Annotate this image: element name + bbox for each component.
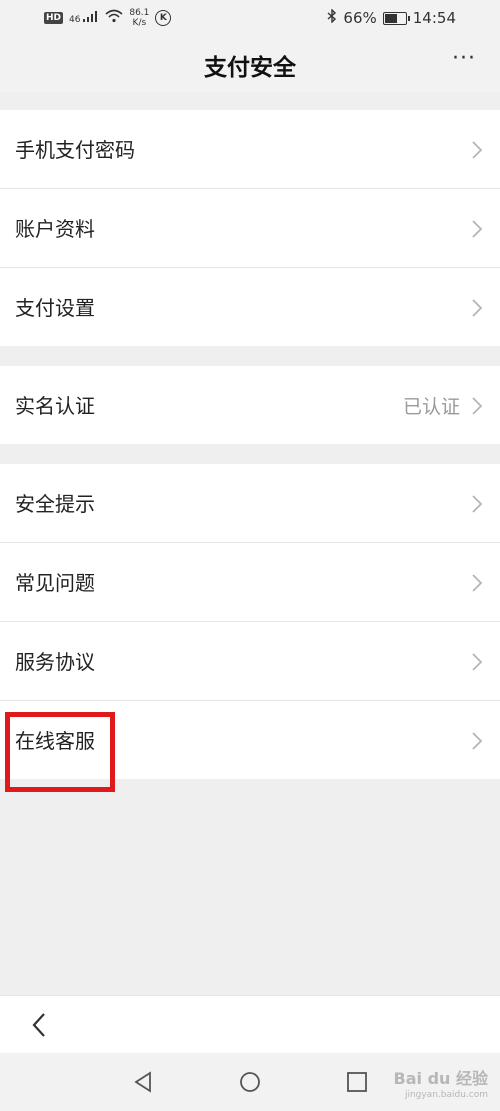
group-verification: 实名认证 已认证 xyxy=(0,366,500,444)
row-payment-password[interactable]: 手机支付密码 xyxy=(0,110,500,189)
row-label: 实名认证 xyxy=(15,394,95,418)
highlight-box xyxy=(5,712,115,792)
row-real-name[interactable]: 实名认证 已认证 xyxy=(0,366,500,444)
system-nav-bar: Bai du 经验 jingyan.baidu.com xyxy=(0,1053,500,1111)
battery-percent: 66% xyxy=(343,9,377,27)
status-left: HD 46 86.1 K/s K xyxy=(44,8,172,28)
back-arrow-icon[interactable] xyxy=(28,1010,52,1040)
chevron-right-icon xyxy=(472,299,483,317)
nav-home-icon[interactable] xyxy=(238,1070,262,1094)
row-payment-settings[interactable]: 支付设置 xyxy=(0,268,500,346)
hd-badge: HD xyxy=(44,12,64,24)
chevron-right-icon xyxy=(472,397,483,415)
nav-recents-icon[interactable] xyxy=(345,1070,369,1094)
page-title: 支付安全 xyxy=(204,55,296,81)
row-label: 手机支付密码 xyxy=(15,138,135,162)
more-button[interactable]: ··· xyxy=(452,46,476,71)
chevron-right-icon xyxy=(472,653,483,671)
k-badge-icon: K xyxy=(155,10,172,26)
battery-fill xyxy=(384,13,398,23)
chevron-right-icon xyxy=(472,141,483,159)
chevron-right-icon xyxy=(472,732,483,750)
network-type-label: 46 xyxy=(69,15,81,25)
row-label: 安全提示 xyxy=(15,492,95,516)
status-right: 66% 14:54 xyxy=(327,8,456,27)
row-label: 服务协议 xyxy=(15,650,95,674)
row-faq[interactable]: 常见问题 xyxy=(0,543,500,622)
battery-icon xyxy=(382,11,410,25)
watermark-sub: jingyan.baidu.com xyxy=(404,1090,488,1100)
speed-value: 86.1 xyxy=(129,8,150,18)
clock: 14:54 xyxy=(412,9,456,27)
watermark: Bai du 经验 jingyan.baidu.com xyxy=(394,1071,488,1103)
signal-icon: 46 xyxy=(69,11,99,25)
chevron-right-icon xyxy=(472,495,483,513)
row-label: 账户资料 xyxy=(15,217,95,241)
speed-unit: K/s xyxy=(132,18,147,28)
bottom-toolbar xyxy=(0,995,500,1054)
status-bar: HD 46 86.1 K/s K 66% 14:54 xyxy=(0,0,500,36)
group-account: 手机支付密码 账户资料 支付设置 xyxy=(0,110,500,346)
chevron-right-icon xyxy=(472,220,483,238)
row-security-tips[interactable]: 安全提示 xyxy=(0,464,500,543)
wifi-icon xyxy=(105,9,123,27)
chevron-right-icon xyxy=(472,574,483,592)
row-service-agreement[interactable]: 服务协议 xyxy=(0,622,500,701)
row-label: 支付设置 xyxy=(15,296,95,320)
row-label: 常见问题 xyxy=(15,571,95,595)
network-speed: 86.1 K/s xyxy=(129,8,149,28)
nav-back-icon[interactable] xyxy=(131,1070,155,1094)
verified-status: 已认证 xyxy=(402,396,460,418)
row-account-info[interactable]: 账户资料 xyxy=(0,189,500,268)
header: 支付安全 ··· xyxy=(0,36,500,92)
bluetooth-icon xyxy=(327,8,337,27)
watermark-text: Bai du 经验 xyxy=(393,1069,488,1088)
